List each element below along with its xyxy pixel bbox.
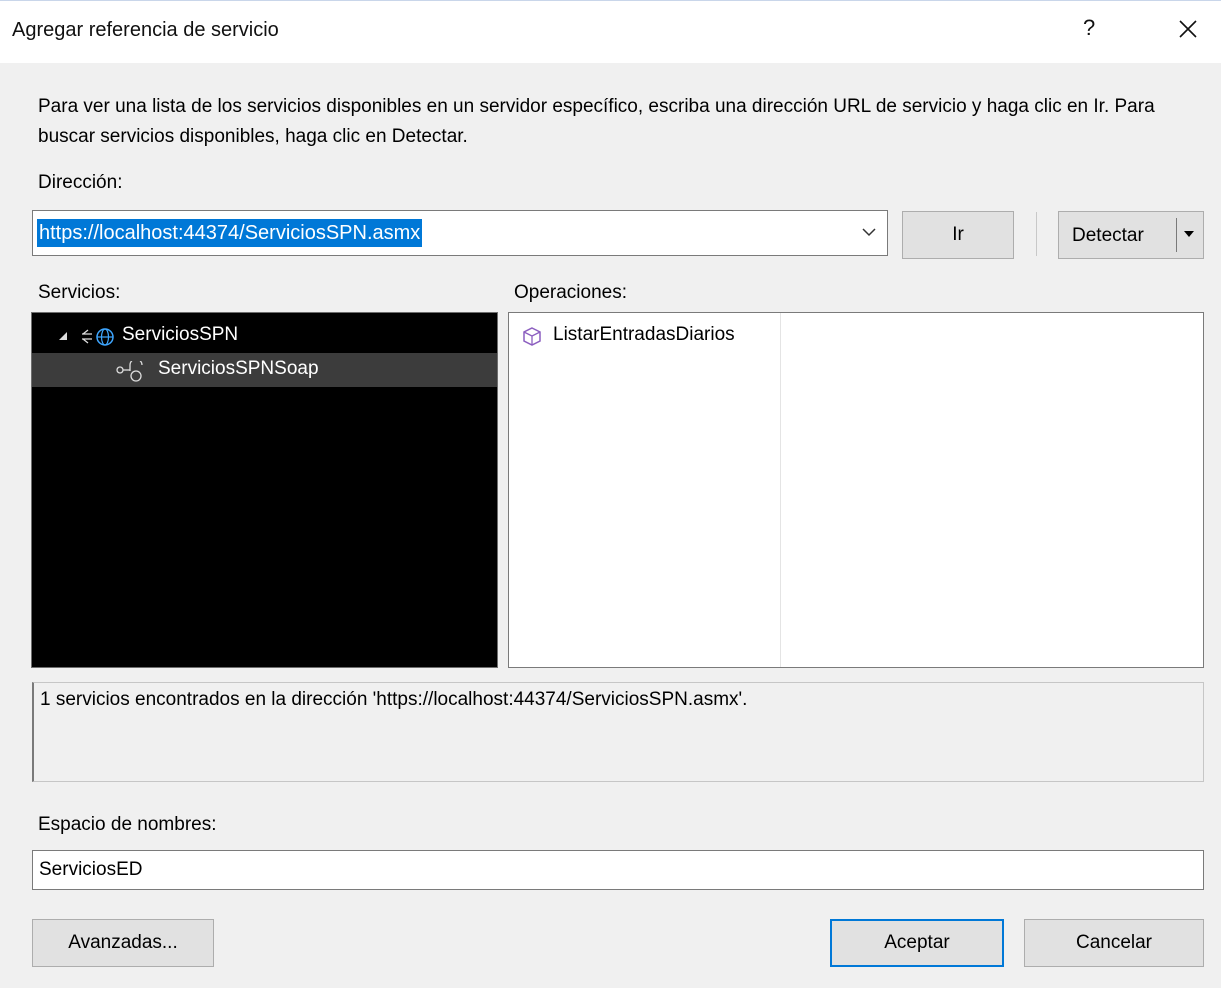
close-icon <box>1179 20 1197 38</box>
title-bar: Agregar referencia de servicio ? <box>0 0 1221 63</box>
split-divider <box>1176 218 1177 252</box>
discover-button[interactable]: Detectar <box>1058 211 1204 259</box>
expand-triangle-icon[interactable] <box>58 331 68 341</box>
help-button[interactable]: ? <box>1083 15 1095 41</box>
address-combobox[interactable]: https://localhost:44374/ServiciosSPN.asm… <box>32 210 888 256</box>
chevron-down-icon[interactable] <box>861 226 877 238</box>
cancel-button[interactable]: Cancelar <box>1024 919 1204 967</box>
web-service-icon <box>82 328 114 346</box>
status-text: 1 servicios encontrados en la dirección … <box>40 689 748 710</box>
services-tree[interactable]: ServiciosSPN ServiciosSPNSoap <box>31 312 498 668</box>
tree-item-label: ServiciosSPN <box>122 324 239 345</box>
go-button[interactable]: Ir <box>902 211 1014 259</box>
address-input[interactable]: https://localhost:44374/ServiciosSPN.asm… <box>37 219 423 247</box>
discover-button-label: Detectar <box>1072 225 1144 246</box>
method-cube-icon <box>523 327 541 346</box>
advanced-button[interactable]: Avanzadas... <box>32 919 214 967</box>
tree-item-label: ServiciosSPNSoap <box>158 358 319 379</box>
operations-label: Operaciones: <box>514 282 628 303</box>
tree-item-servicios-spn[interactable]: ServiciosSPN <box>32 319 497 353</box>
tree-item-servicios-spn-soap[interactable]: ServiciosSPNSoap <box>32 353 497 387</box>
namespace-label: Espacio de nombres: <box>38 814 217 835</box>
close-button[interactable] <box>1170 11 1206 47</box>
dropdown-arrow-icon[interactable] <box>1183 230 1195 238</box>
column-divider <box>780 313 781 667</box>
services-label: Servicios: <box>38 282 121 303</box>
operation-label: ListarEntradasDiarios <box>553 324 735 345</box>
status-box: 1 servicios encontrados en la dirección … <box>32 682 1204 782</box>
dialog-title: Agregar referencia de servicio <box>12 19 279 41</box>
accept-button[interactable]: Aceptar <box>830 919 1004 967</box>
address-label: Dirección: <box>38 172 123 193</box>
instructions-text: Para ver una lista de los servicios disp… <box>38 96 1155 147</box>
operations-list[interactable]: ListarEntradasDiarios <box>508 312 1204 668</box>
endpoint-icon <box>116 361 143 382</box>
toolbar-separator <box>1036 212 1037 256</box>
namespace-input[interactable] <box>32 850 1204 890</box>
